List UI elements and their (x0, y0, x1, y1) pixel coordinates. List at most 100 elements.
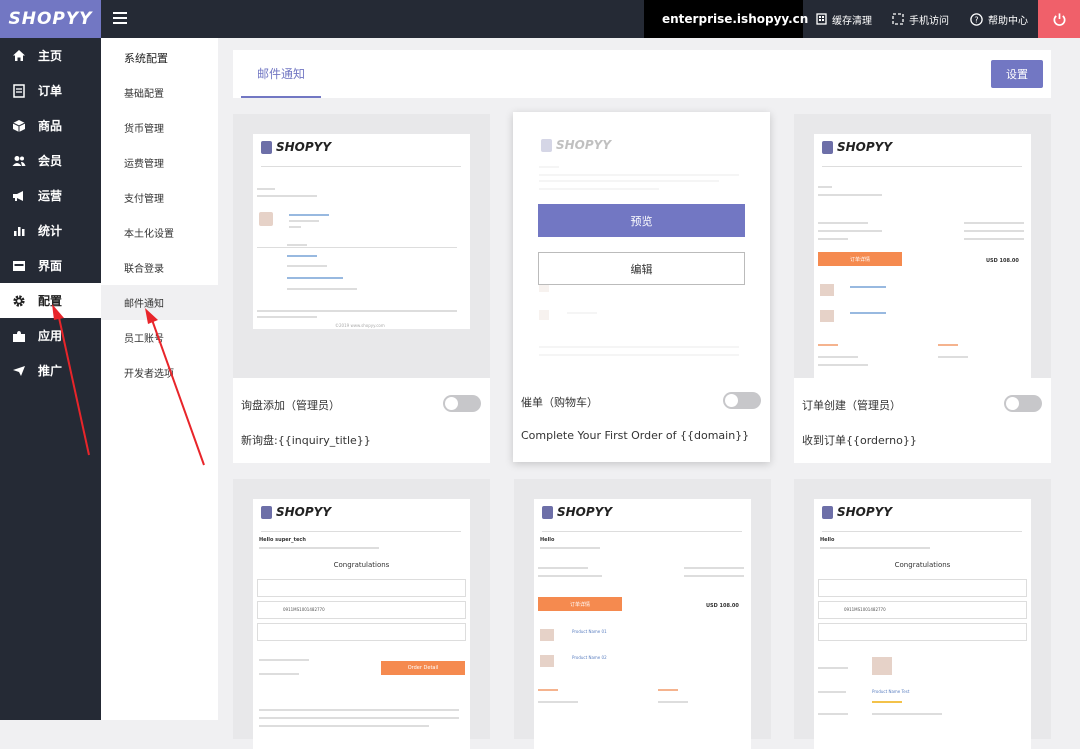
submenu-item[interactable]: 货币管理 (101, 110, 218, 145)
enable-toggle[interactable] (1004, 395, 1042, 412)
sidebar-item-label: 商品 (38, 119, 63, 133)
template-card[interactable]: SHOPYY Hello super_tech Congratulations … (233, 479, 490, 749)
sidebar-item-label: 界面 (38, 259, 63, 273)
sidebar-item-label: 配置 (38, 294, 63, 308)
brand-logo: SHOPYY (541, 138, 611, 152)
sidebar-item-interface[interactable]: 界面 (0, 248, 101, 283)
submenu: 系统配置 基础配置 货币管理 运费管理 支付管理 本土化设置 联合登录 邮件通知… (101, 38, 218, 720)
email-heading: Congratulations (333, 561, 390, 569)
email-preview: SHOPYY 预览 编辑 (513, 112, 770, 376)
enable-toggle[interactable] (723, 392, 761, 409)
building-icon (816, 13, 827, 25)
sidebar-item-config[interactable]: 配置 (0, 283, 101, 318)
email-greeting: Hello (820, 537, 835, 543)
help-icon: ? (970, 12, 983, 26)
sidebar-item-label: 推广 (38, 364, 63, 378)
order-detail-button: Order Detail (381, 661, 465, 675)
svg-text:?: ? (974, 15, 978, 24)
sidebar-item-products[interactable]: 商品 (0, 108, 101, 143)
email-heading: Congratulations (894, 561, 951, 569)
email-preview: SHOPYY 订单详情 USD 108.00 (794, 114, 1051, 378)
layout-icon (12, 259, 26, 273)
card-title: 订单创建（管理员） (802, 399, 901, 412)
product-name: Product Name 01 (572, 629, 607, 634)
brand-logo: SHOPYY (822, 505, 892, 519)
sidebar-item-operations[interactable]: 运营 (0, 178, 101, 213)
sidebar-item-label: 主页 (38, 49, 63, 63)
order-detail-button: 订单详情 (818, 252, 902, 266)
card-subject: Complete Your First Order of {{domain}} (521, 429, 750, 442)
mobile-access-button[interactable]: 手机访问 (892, 0, 949, 38)
sidebar-item-promotion[interactable]: 推广 (0, 353, 101, 388)
card-subject: 收到订单{{orderno}} (802, 434, 917, 447)
template-card[interactable]: SHOPYY 订单详情 USD 108.00 订单创建（管理员） 收到订单{{o… (794, 114, 1051, 463)
sidebar-item-home[interactable]: 主页 (0, 38, 101, 73)
edit-button[interactable]: 编辑 (538, 252, 745, 285)
brand-logo: SHOPYY (261, 140, 331, 154)
main-content: 邮件通知 设置 SHOPYY ©2019 www.shopyy.com 询盘添加… (233, 50, 1051, 749)
email-preview: SHOPYY ©2019 www.shopyy.com (233, 114, 490, 378)
template-card-hover[interactable]: SHOPYY 预览 编辑 催单（购物车） Complete Your First… (513, 112, 770, 462)
submenu-item[interactable]: 基础配置 (101, 75, 218, 110)
email-greeting: Hello (540, 537, 555, 543)
help-center-label: 帮助中心 (988, 15, 1028, 27)
sidebar-item-label: 统计 (38, 224, 63, 238)
email-thumbnail: SHOPYY ©2019 www.shopyy.com (253, 134, 470, 329)
logout-button[interactable] (1038, 0, 1080, 38)
template-card[interactable]: SHOPYY Hello Congratulations 0911MS10014… (794, 479, 1051, 749)
submenu-item[interactable]: 支付管理 (101, 180, 218, 215)
product-name: Product Name 02 (572, 655, 607, 660)
megaphone-icon (12, 189, 26, 203)
submenu-item[interactable]: 本土化设置 (101, 215, 218, 250)
tab-email-notify[interactable]: 邮件通知 (241, 50, 321, 98)
app-logo[interactable]: SHOPYY (0, 0, 101, 38)
preview-button[interactable]: 预览 (538, 204, 745, 237)
domain-link[interactable]: enterprise.ishopyy.cn (644, 0, 808, 38)
order-icon (12, 83, 26, 98)
email-thumbnail: SHOPYY Hello 订单详情 USD 108.00 Product Nam… (534, 499, 751, 749)
menu-toggle-icon[interactable] (113, 12, 127, 24)
cache-clear-label: 缓存清理 (832, 15, 872, 27)
submenu-item[interactable]: 开发者选项 (101, 355, 218, 390)
sidebar-item-label: 运营 (38, 189, 63, 203)
template-card[interactable]: SHOPYY ©2019 www.shopyy.com 询盘添加（管理员） 新询… (233, 114, 490, 463)
sidebar-item-label: 应用 (38, 329, 63, 343)
brand-logo: SHOPYY (261, 505, 331, 519)
email-thumbnail: SHOPYY Hello Congratulations 0911MS10014… (814, 499, 1031, 749)
box-icon (12, 119, 26, 133)
sidebar-item-members[interactable]: 会员 (0, 143, 101, 178)
bar-chart-icon (12, 224, 26, 238)
settings-button[interactable]: 设置 (991, 60, 1043, 88)
sidebar-item-label: 订单 (38, 84, 63, 98)
cache-clear-button[interactable]: 缓存清理 (816, 0, 872, 38)
domain-text: enterprise.ishopyy.cn (662, 12, 809, 26)
template-card[interactable]: SHOPYY Hello 订单详情 USD 108.00 Product Nam… (514, 479, 771, 749)
email-thumbnail: SHOPYY 订单详情 USD 108.00 (814, 134, 1031, 378)
mobile-icon (892, 13, 904, 25)
home-icon (12, 49, 26, 63)
brand-logo: SHOPYY (542, 505, 612, 519)
mobile-access-label: 手机访问 (909, 15, 949, 27)
enable-toggle[interactable] (443, 395, 481, 412)
coupon-code: 0911MS1001482770 (844, 607, 886, 612)
card-subject: 新询盘:{{inquiry_title}} (241, 434, 371, 447)
sidebar: 主页 订单 商品 会员 运营 统计 界面 配置 应用 推广 (0, 38, 101, 720)
help-center-button[interactable]: ? 帮助中心 (970, 0, 1028, 38)
submenu-item[interactable]: 员工账号 (101, 320, 218, 355)
submenu-title: 系统配置 (124, 52, 168, 65)
email-thumbnail: SHOPYY Hello super_tech Congratulations … (253, 499, 470, 749)
sidebar-item-apps[interactable]: 应用 (0, 318, 101, 353)
order-total: USD 108.00 (706, 603, 739, 609)
power-icon (1053, 12, 1065, 26)
submenu-item[interactable]: 运费管理 (101, 145, 218, 180)
order-detail-button: 订单详情 (538, 597, 622, 611)
gear-icon (12, 294, 26, 308)
sidebar-item-statistics[interactable]: 统计 (0, 213, 101, 248)
card-title: 询盘添加（管理员） (241, 399, 340, 412)
email-footer: ©2019 www.shopyy.com (335, 323, 385, 328)
coupon-code: 0911MS1001482770 (283, 607, 325, 612)
submenu-item-email-notify[interactable]: 邮件通知 (101, 285, 218, 320)
submenu-item[interactable]: 联合登录 (101, 250, 218, 285)
sidebar-item-orders[interactable]: 订单 (0, 73, 101, 108)
tab-bar: 邮件通知 设置 (233, 50, 1051, 98)
